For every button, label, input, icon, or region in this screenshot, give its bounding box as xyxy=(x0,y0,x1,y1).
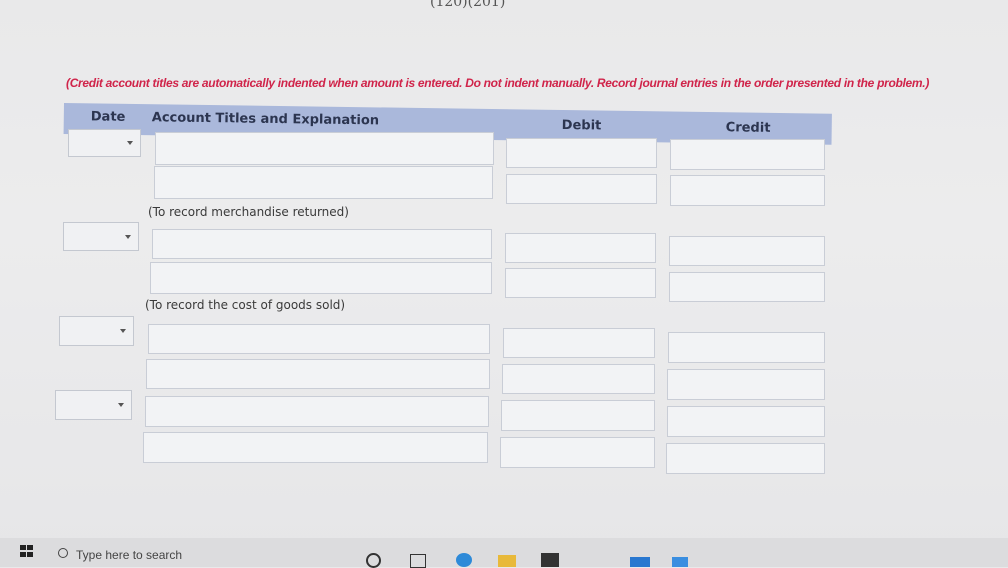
top-cut-text: (120)(201) xyxy=(430,0,506,10)
date-header: Date xyxy=(90,109,126,125)
date-select-4[interactable] xyxy=(55,390,132,420)
chevron-down-icon xyxy=(125,234,131,239)
credit-field-1b[interactable] xyxy=(670,175,825,206)
store-icon[interactable] xyxy=(541,553,559,567)
account-header: Account Titles and Explanation xyxy=(151,110,380,129)
entry-note-2: (To record the cost of goods sold) xyxy=(145,298,346,312)
date-select-2[interactable] xyxy=(63,222,139,251)
debit-field-3a[interactable] xyxy=(503,328,655,358)
credit-header: Credit xyxy=(725,120,771,136)
account-field-2b[interactable] xyxy=(150,262,492,294)
debit-field-4b[interactable] xyxy=(500,437,655,468)
account-field-1b[interactable] xyxy=(154,166,493,199)
entry-note-1: (To record merchandise returned) xyxy=(148,205,349,219)
debit-field-1b[interactable] xyxy=(506,174,657,204)
credit-field-2a[interactable] xyxy=(669,236,825,266)
taskbar-search[interactable]: Type here to search xyxy=(58,548,182,562)
search-icon xyxy=(58,548,68,558)
task-view-icon[interactable] xyxy=(410,554,426,568)
debit-field-2a[interactable] xyxy=(505,233,656,263)
instructions-text: (Credit account titles are automatically… xyxy=(66,76,930,90)
date-select-1[interactable] xyxy=(68,129,141,157)
app-icon[interactable] xyxy=(672,557,688,567)
mail-icon[interactable] xyxy=(630,557,650,567)
credit-field-1a[interactable] xyxy=(670,139,825,170)
search-placeholder: Type here to search xyxy=(76,548,183,562)
credit-field-4a[interactable] xyxy=(667,406,825,437)
debit-field-4a[interactable] xyxy=(501,400,655,431)
credit-field-4b[interactable] xyxy=(666,443,825,474)
account-field-3b[interactable] xyxy=(146,359,490,389)
account-field-4b[interactable] xyxy=(143,432,488,463)
date-select-3[interactable] xyxy=(59,316,134,346)
chevron-down-icon xyxy=(118,403,124,407)
chevron-down-icon xyxy=(127,141,133,145)
file-explorer-icon[interactable] xyxy=(498,555,516,567)
debit-field-2b[interactable] xyxy=(505,268,656,298)
account-field-3a[interactable] xyxy=(148,324,490,354)
account-field-2a[interactable] xyxy=(152,229,492,259)
account-field-4a[interactable] xyxy=(145,396,489,427)
chevron-down-icon xyxy=(120,329,126,333)
credit-field-2b[interactable] xyxy=(669,272,825,302)
debit-field-3b[interactable] xyxy=(502,364,655,394)
credit-field-3a[interactable] xyxy=(668,332,825,363)
debit-field-1a[interactable] xyxy=(506,138,657,168)
debit-header: Debit xyxy=(561,117,602,134)
edge-browser-icon[interactable] xyxy=(456,553,472,567)
account-field-1a[interactable] xyxy=(155,132,494,165)
credit-field-3b[interactable] xyxy=(667,369,825,400)
cortana-icon[interactable] xyxy=(366,553,381,568)
windows-start-icon[interactable] xyxy=(20,545,34,557)
